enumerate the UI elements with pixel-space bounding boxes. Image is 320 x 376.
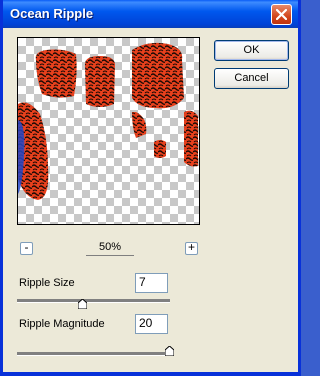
ripple-size-slider-track[interactable] — [17, 299, 170, 303]
ripple-size-input[interactable]: 7 — [135, 273, 168, 293]
minus-icon: - — [24, 240, 29, 254]
ripple-magnitude-input[interactable]: 20 — [135, 314, 168, 334]
plus-icon: + — [187, 240, 195, 254]
ocean-ripple-dialog: Ocean Ripple OK Cancel - 50% + Ripple Si… — [0, 0, 301, 376]
cancel-button[interactable]: Cancel — [214, 68, 289, 89]
dialog-title: Ocean Ripple — [10, 6, 94, 21]
ripple-size-label: Ripple Size — [19, 277, 75, 289]
close-button[interactable] — [271, 4, 292, 25]
ripple-size-slider-thumb[interactable] — [78, 299, 88, 309]
zoom-out-button[interactable]: - — [20, 240, 33, 255]
ok-button[interactable]: OK — [214, 40, 289, 61]
filter-preview[interactable] — [17, 37, 200, 225]
preview-image — [18, 42, 198, 200]
ripple-magnitude-slider-track[interactable] — [17, 352, 170, 356]
title-bar[interactable]: Ocean Ripple — [3, 0, 298, 28]
close-icon — [276, 9, 287, 20]
ripple-magnitude-slider-thumb[interactable] — [164, 346, 174, 356]
zoom-in-button[interactable]: + — [185, 240, 198, 255]
ripple-magnitude-label: Ripple Magnitude — [19, 318, 105, 330]
zoom-level: 50% — [86, 240, 134, 256]
